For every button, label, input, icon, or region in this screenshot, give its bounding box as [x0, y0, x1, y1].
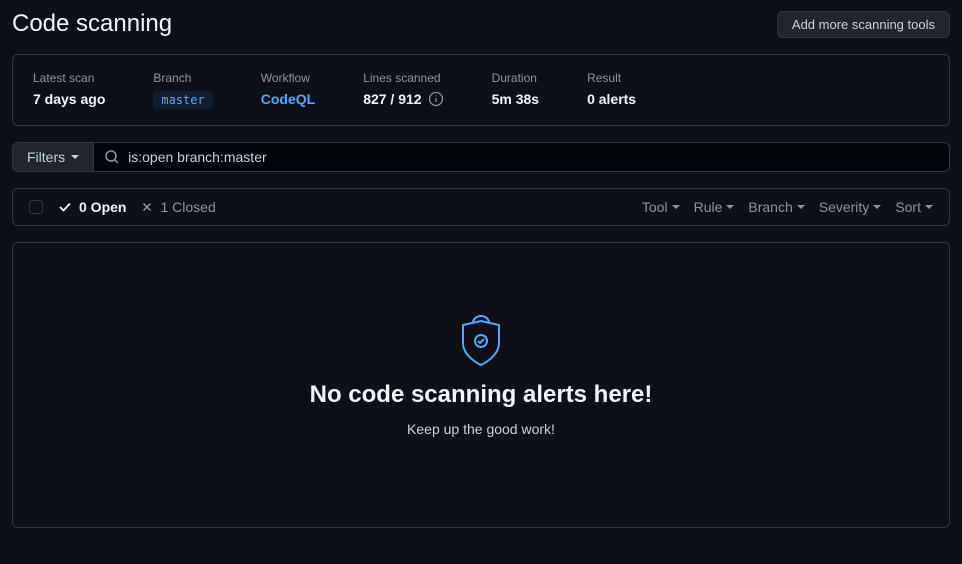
filters-button[interactable]: Filters: [12, 142, 94, 172]
result-label: Result: [587, 71, 636, 85]
workflow-label: Workflow: [261, 71, 315, 85]
empty-state-subtitle: Keep up the good work!: [407, 421, 555, 437]
result-value: 0 alerts: [587, 91, 636, 107]
duration-label: Duration: [492, 71, 539, 85]
chevron-down-icon: [726, 205, 734, 209]
chevron-down-icon: [71, 155, 79, 159]
chevron-down-icon: [925, 205, 933, 209]
severity-dropdown[interactable]: Severity: [819, 199, 882, 215]
chevron-down-icon: [797, 205, 805, 209]
check-icon: [57, 199, 73, 215]
closed-tab[interactable]: 1 Closed: [140, 199, 215, 215]
sort-dropdown[interactable]: Sort: [895, 199, 933, 215]
empty-state-title: No code scanning alerts here!: [310, 381, 653, 409]
rule-dropdown[interactable]: Rule: [694, 199, 735, 215]
chevron-down-icon: [672, 205, 680, 209]
add-more-scanning-tools-button[interactable]: Add more scanning tools: [777, 11, 950, 38]
branch-dropdown[interactable]: Branch: [748, 199, 804, 215]
latest-scan-label: Latest scan: [33, 71, 105, 85]
latest-scan-card: Latest scan 7 days ago Branch master Wor…: [12, 54, 950, 126]
chevron-down-icon: [873, 205, 881, 209]
empty-state-card: No code scanning alerts here! Keep up th…: [12, 242, 950, 528]
latest-scan-value: 7 days ago: [33, 91, 105, 107]
branch-label: Branch: [153, 71, 212, 85]
open-count-label: 0 Open: [79, 199, 126, 215]
filters-label: Filters: [27, 149, 65, 165]
workflow-link[interactable]: CodeQL: [261, 91, 315, 107]
closed-count-label: 1 Closed: [160, 199, 215, 215]
tool-dropdown[interactable]: Tool: [642, 199, 680, 215]
page-title: Code scanning: [12, 10, 172, 38]
open-tab[interactable]: 0 Open: [57, 199, 126, 215]
x-icon: [140, 200, 154, 214]
search-icon: [104, 149, 120, 165]
select-all-checkbox[interactable]: [29, 200, 43, 214]
lines-scanned-value: 827 / 912: [363, 91, 421, 107]
info-icon[interactable]: [428, 91, 444, 107]
duration-value: 5m 38s: [492, 91, 539, 107]
alerts-list-header: 0 Open 1 Closed Tool Rule Branch Severit…: [12, 188, 950, 226]
search-input[interactable]: [128, 143, 939, 171]
lines-scanned-label: Lines scanned: [363, 71, 443, 85]
branch-pill[interactable]: master: [153, 91, 212, 109]
shield-lock-icon: [459, 313, 503, 369]
